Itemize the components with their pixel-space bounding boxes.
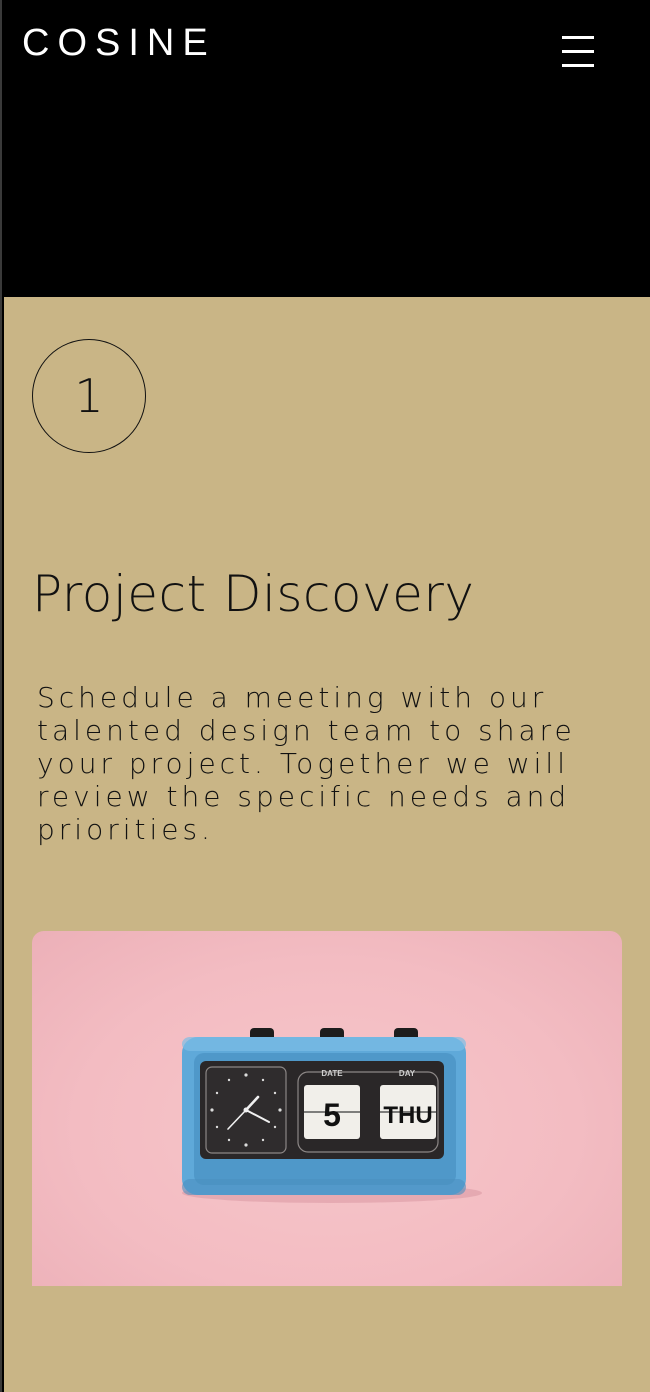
page-frame: COSINE 1 Project Discovery Schedule a me… <box>0 0 650 1392</box>
alarm-clock-illustration: DATE DAY 5 THU <box>182 1028 482 1203</box>
step-number: 1 <box>74 369 104 423</box>
day-value: THU <box>383 1102 432 1129</box>
process-step-section: 1 Project Discovery Schedule a meeting w… <box>4 297 650 1392</box>
alarm-clock-photo: DATE DAY 5 THU <box>32 931 622 1286</box>
date-header-label: DATE <box>321 1069 343 1078</box>
menu-line <box>562 64 594 67</box>
hamburger-menu-icon[interactable] <box>560 34 596 68</box>
site-header: COSINE <box>4 0 650 297</box>
day-header-label: DAY <box>399 1069 416 1078</box>
step-title: Project Discovery <box>32 565 475 623</box>
menu-line <box>562 36 594 39</box>
menu-line <box>562 50 594 53</box>
date-value: 5 <box>323 1097 341 1133</box>
step-description: Schedule a meeting with our talented des… <box>37 681 576 846</box>
step-number-badge: 1 <box>32 339 146 453</box>
site-logo[interactable]: COSINE <box>22 24 216 62</box>
